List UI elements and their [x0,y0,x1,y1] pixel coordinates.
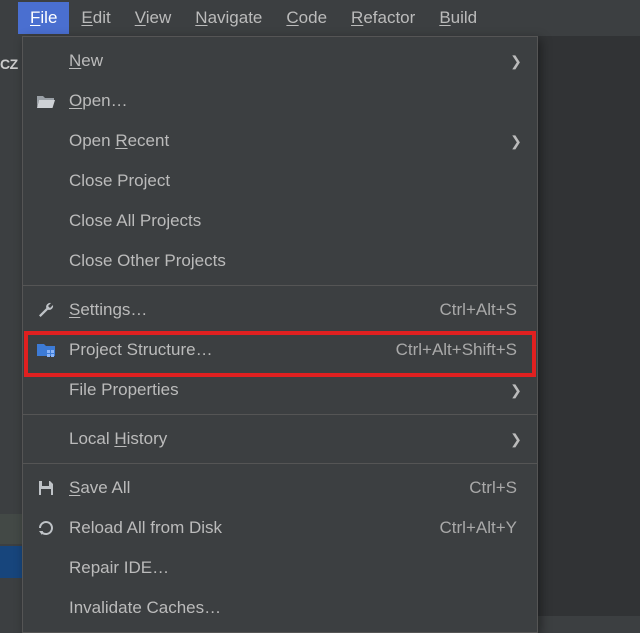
menubar-file[interactable]: File [18,2,69,34]
menu-label: Settings… [59,300,440,320]
menu-close-all-projects[interactable]: Close All Projects [23,201,537,241]
menu-label: Reload All from Disk [59,518,440,538]
menu-separator [23,414,537,415]
menu-label: Save All [59,478,469,498]
menu-label: Close Project [59,171,523,191]
project-structure-icon [33,342,59,358]
menubar-code[interactable]: Code [274,2,339,34]
menu-reload-from-disk[interactable]: Reload All from Disk Ctrl+Alt+Y [23,508,537,548]
menu-project-structure[interactable]: Project Structure… Ctrl+Alt+Shift+S [23,330,537,370]
menu-new[interactable]: New ❯ [23,41,537,81]
menu-shortcut: Ctrl+Alt+Y [440,518,523,538]
menubar-build[interactable]: Build [427,2,489,34]
file-menu-dropdown: New ❯ Open… Open Recent ❯ Close Project … [22,36,538,633]
save-icon [33,479,59,497]
menu-label: New [59,51,509,71]
submenu-arrow-icon: ❯ [509,382,523,399]
menu-repair-ide[interactable]: Repair IDE… [23,548,537,588]
menubar-navigate[interactable]: Navigate [183,2,274,34]
editor-background [538,36,640,616]
menu-file-properties[interactable]: File Properties ❯ [23,370,537,410]
menubar-view[interactable]: View [123,2,184,34]
menubar-refactor[interactable]: Refactor [339,2,427,34]
menubar: File Edit View Navigate Code Refactor Bu… [0,0,640,36]
menu-separator [23,285,537,286]
menu-label: Local History [59,429,509,449]
folder-open-icon [33,93,59,109]
menu-label: File Properties [59,380,509,400]
menu-label: Project Structure… [59,340,396,360]
menu-shortcut: Ctrl+S [469,478,523,498]
wrench-icon [33,301,59,319]
menu-label: Close All Projects [59,211,523,231]
menu-label: Open… [59,91,523,111]
submenu-arrow-icon: ❯ [509,53,523,70]
left-label: CZ [0,56,18,72]
gutter-highlight [0,514,22,544]
menu-close-other-projects[interactable]: Close Other Projects [23,241,537,281]
submenu-arrow-icon: ❯ [509,133,523,150]
menu-shortcut: Ctrl+Alt+S [440,300,523,320]
reload-icon [33,519,59,537]
menu-label: Close Other Projects [59,251,523,271]
menu-open-recent[interactable]: Open Recent ❯ [23,121,537,161]
menu-close-project[interactable]: Close Project [23,161,537,201]
menu-open[interactable]: Open… [23,81,537,121]
menu-save-all[interactable]: Save All Ctrl+S [23,468,537,508]
menubar-edit[interactable]: Edit [69,2,122,34]
menu-local-history[interactable]: Local History ❯ [23,419,537,459]
menu-label: Repair IDE… [59,558,523,578]
gutter-selection [0,546,22,578]
menu-separator [23,463,537,464]
menu-invalidate-caches[interactable]: Invalidate Caches… [23,588,537,628]
menu-label: Invalidate Caches… [59,598,523,618]
left-gutter [0,36,22,616]
menu-label: Open Recent [59,131,509,151]
menu-shortcut: Ctrl+Alt+Shift+S [396,340,523,360]
menu-settings[interactable]: Settings… Ctrl+Alt+S [23,290,537,330]
submenu-arrow-icon: ❯ [509,431,523,448]
